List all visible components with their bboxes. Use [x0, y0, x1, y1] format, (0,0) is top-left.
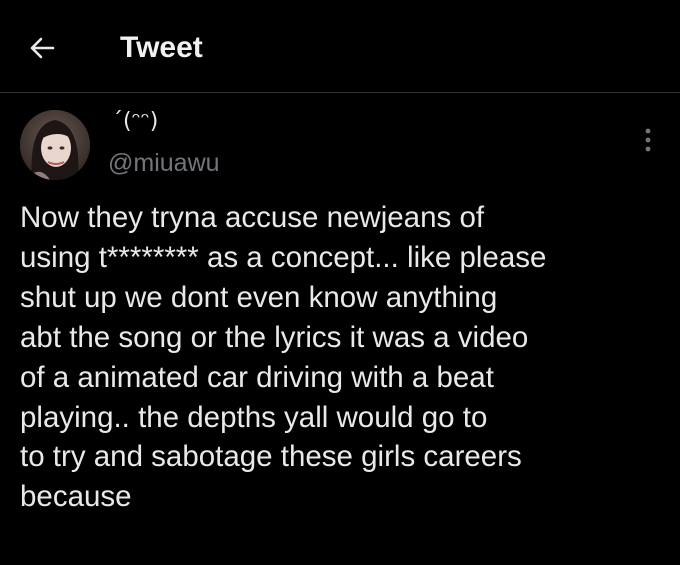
- more-options-button[interactable]: [636, 124, 660, 156]
- author-handle[interactable]: @miuawu: [108, 148, 220, 178]
- avatar-photo: [20, 110, 90, 180]
- tweet-text: Now they tryna accuse newjeans of using …: [20, 201, 547, 514]
- back-button[interactable]: [22, 28, 62, 68]
- arrow-left-icon: [30, 37, 55, 59]
- top-bar: Tweet: [0, 0, 680, 93]
- more-vertical-icon: [645, 128, 651, 152]
- author-display-name[interactable]: ˊ(ᵔᵔ): [112, 108, 158, 136]
- avatar[interactable]: [20, 110, 90, 180]
- page-title: Tweet: [120, 31, 203, 64]
